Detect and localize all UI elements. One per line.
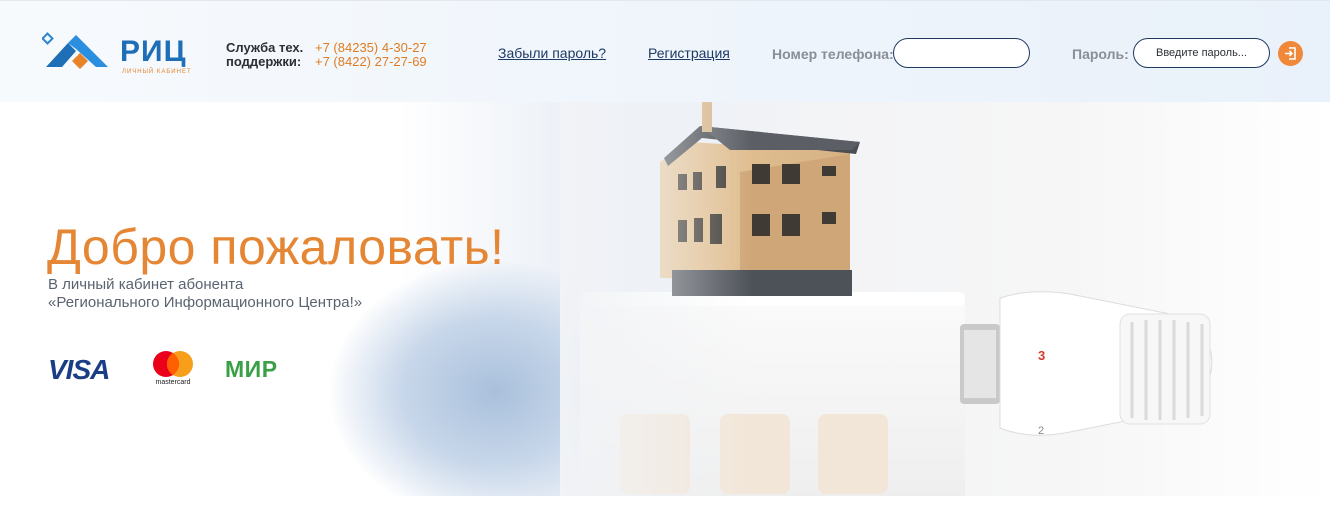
support-label-line2: поддержки: — [226, 54, 302, 69]
house-roof-logo-icon — [42, 32, 108, 69]
visa-logo: VISA — [48, 354, 110, 385]
logo-tagline: ЛИЧНЫЙ КАБИНЕТ — [122, 69, 192, 75]
support-phones: +7 (84235) 4-30-27 +7 (8422) 27-27-69 — [315, 41, 455, 69]
page: РИЦ ЛИЧНЫЙ КАБИНЕТ Служба тех. поддержки… — [0, 0, 1330, 528]
login-button[interactable] — [1278, 41, 1303, 66]
support-label: Служба тех. поддержки: — [226, 41, 316, 69]
header: РИЦ ЛИЧНЫЙ КАБИНЕТ Служба тех. поддержки… — [0, 0, 1330, 102]
mastercard-logo: mastercard — [148, 350, 198, 390]
support-phone-1[interactable]: +7 (84235) 4-30-27 — [315, 41, 455, 55]
register-link[interactable]: Регистрация — [648, 45, 730, 61]
password-input[interactable] — [1133, 38, 1270, 68]
support-phone-2[interactable]: +7 (8422) 27-27-69 — [315, 55, 455, 69]
logo-name: РИЦ — [120, 35, 187, 68]
mir-logo: МИР — [216, 352, 298, 387]
mastercard-label: mastercard — [155, 379, 191, 386]
house-on-radiator-illustration: 3 2 — [560, 102, 1330, 496]
mir-logo-text: МИР — [225, 356, 278, 382]
support-label-line1: Служба тех. — [226, 40, 304, 55]
login-arrow-icon — [1285, 47, 1296, 60]
subtitle-line-1: В личный кабинет абонента — [48, 276, 244, 293]
phone-label: Номер телефона: — [772, 46, 894, 62]
logo[interactable]: РИЦ ЛИЧНЫЙ КАБИНЕТ — [42, 31, 202, 79]
password-label: Пароль: — [1072, 46, 1129, 62]
forgot-password-link[interactable]: Забыли пароль? — [498, 45, 606, 61]
hero-banner: 3 2 Добро пожаловать! В личный кабинет а… — [0, 102, 1330, 496]
welcome-heading: Добро пожаловать! — [47, 219, 505, 275]
phone-input[interactable] — [893, 38, 1030, 68]
welcome-subtitle: В личный кабинет абонента «Регионального… — [48, 276, 362, 312]
mastercard-circles-icon — [153, 351, 193, 377]
subtitle-line-2: «Регионального Информационного Центра!» — [48, 294, 363, 311]
